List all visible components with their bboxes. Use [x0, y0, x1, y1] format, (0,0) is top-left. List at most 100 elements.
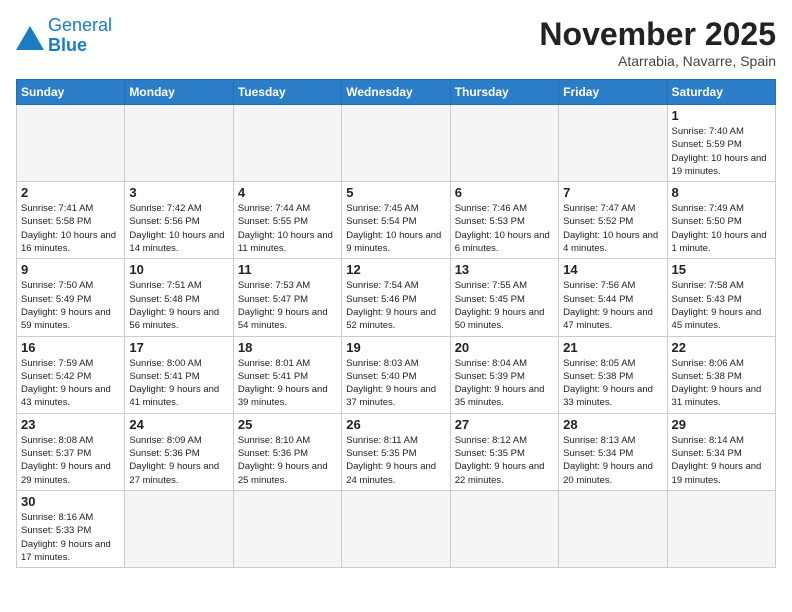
day-info: Sunrise: 8:10 AM Sunset: 5:36 PM Dayligh… — [238, 434, 337, 487]
calendar-day-cell: 22Sunrise: 8:06 AM Sunset: 5:38 PM Dayli… — [667, 336, 775, 413]
day-number: 28 — [563, 417, 662, 432]
calendar-day-cell: 16 Sunrise: 7:59 AM Sunset: 5:42 PM Dayli… — [17, 336, 125, 413]
day-number: 6 — [455, 185, 554, 200]
day-info: Sunrise: 7:45 AM Sunset: 5:54 PM Dayligh… — [346, 202, 445, 255]
calendar-day-cell — [342, 490, 450, 567]
logo: General Blue — [16, 16, 112, 56]
day-info: Sunrise: 7:55 AM Sunset: 5:45 PM Dayligh… — [455, 279, 554, 332]
calendar-day-cell — [233, 105, 341, 182]
calendar-day-cell — [342, 105, 450, 182]
calendar-day-cell: 21 Sunrise: 8:05 AM Sunset: 5:38 PM Dayli… — [559, 336, 667, 413]
day-info: Sunrise: 8:01 AM Sunset: 5:41 PM Dayligh… — [238, 357, 337, 410]
day-number: 23 — [21, 417, 120, 432]
day-number: 27 — [455, 417, 554, 432]
page-header: General Blue November 2025 Atarrabia, Na… — [16, 16, 776, 69]
calendar-day-cell — [450, 105, 558, 182]
day-number: 18 — [238, 340, 337, 355]
calendar-day-cell: 2Sunrise: 7:41 AM Sunset: 5:58 PM Daylig… — [17, 182, 125, 259]
day-number: 25 — [238, 417, 337, 432]
day-number: 29 — [672, 417, 771, 432]
logo-text: General Blue — [48, 16, 112, 56]
day-number: 13 — [455, 262, 554, 277]
calendar-day-cell: 26 Sunrise: 8:11 AM Sunset: 5:35 PM Dayli… — [342, 413, 450, 490]
day-number: 5 — [346, 185, 445, 200]
weekday-header-tuesday: Tuesday — [233, 80, 341, 105]
day-info: Sunrise: 7:42 AM Sunset: 5:56 PM Dayligh… — [129, 202, 228, 255]
day-info: Sunrise: 8:14 AM Sunset: 5:34 PM Dayligh… — [672, 434, 771, 487]
calendar-week-row: 1 Sunrise: 7:40 AM Sunset: 5:59 PM Daylig… — [17, 105, 776, 182]
calendar-day-cell: 25 Sunrise: 8:10 AM Sunset: 5:36 PM Dayli… — [233, 413, 341, 490]
calendar-day-cell — [233, 490, 341, 567]
day-number: 14 — [563, 262, 662, 277]
calendar-day-cell — [559, 105, 667, 182]
logo-blue: Blue — [48, 35, 87, 55]
calendar-day-cell: 27 Sunrise: 8:12 AM Sunset: 5:35 PM Dayli… — [450, 413, 558, 490]
calendar-week-row: 2Sunrise: 7:41 AM Sunset: 5:58 PM Daylig… — [17, 182, 776, 259]
day-info: Sunrise: 7:47 AM Sunset: 5:52 PM Dayligh… — [563, 202, 662, 255]
calendar-day-cell: 6 Sunrise: 7:46 AM Sunset: 5:53 PM Daylig… — [450, 182, 558, 259]
calendar-day-cell: 24Sunrise: 8:09 AM Sunset: 5:36 PM Dayli… — [125, 413, 233, 490]
weekday-header-monday: Monday — [125, 80, 233, 105]
day-info: Sunrise: 7:53 AM Sunset: 5:47 PM Dayligh… — [238, 279, 337, 332]
day-info: Sunrise: 8:11 AM Sunset: 5:35 PM Dayligh… — [346, 434, 445, 487]
day-number: 8 — [672, 185, 771, 200]
day-number: 30 — [21, 494, 120, 509]
calendar-day-cell: 19 Sunrise: 8:03 AM Sunset: 5:40 PM Dayli… — [342, 336, 450, 413]
day-info: Sunrise: 8:00 AM Sunset: 5:41 PM Dayligh… — [129, 357, 228, 410]
calendar-day-cell: 14 Sunrise: 7:56 AM Sunset: 5:44 PM Dayli… — [559, 259, 667, 336]
day-info: Sunrise: 7:56 AM Sunset: 5:44 PM Dayligh… — [563, 279, 662, 332]
day-number: 12 — [346, 262, 445, 277]
calendar-day-cell: 8Sunrise: 7:49 AM Sunset: 5:50 PM Daylig… — [667, 182, 775, 259]
weekday-header-saturday: Saturday — [667, 80, 775, 105]
calendar-week-row: 9 Sunrise: 7:50 AM Sunset: 5:49 PM Daylig… — [17, 259, 776, 336]
weekday-header-friday: Friday — [559, 80, 667, 105]
calendar-day-cell: 17 Sunrise: 8:00 AM Sunset: 5:41 PM Dayli… — [125, 336, 233, 413]
weekday-header-row: SundayMondayTuesdayWednesdayThursdayFrid… — [17, 80, 776, 105]
day-info: Sunrise: 8:12 AM Sunset: 5:35 PM Dayligh… — [455, 434, 554, 487]
calendar-day-cell: 10Sunrise: 7:51 AM Sunset: 5:48 PM Dayli… — [125, 259, 233, 336]
day-number: 10 — [129, 262, 228, 277]
calendar-day-cell: 5 Sunrise: 7:45 AM Sunset: 5:54 PM Daylig… — [342, 182, 450, 259]
calendar-day-cell — [17, 105, 125, 182]
calendar-day-cell — [559, 490, 667, 567]
day-number: 22 — [672, 340, 771, 355]
calendar-day-cell: 13 Sunrise: 7:55 AM Sunset: 5:45 PM Dayli… — [450, 259, 558, 336]
calendar-week-row: 16 Sunrise: 7:59 AM Sunset: 5:42 PM Dayli… — [17, 336, 776, 413]
weekday-header-sunday: Sunday — [17, 80, 125, 105]
logo-general: General — [48, 15, 112, 35]
weekday-header-wednesday: Wednesday — [342, 80, 450, 105]
day-info: Sunrise: 8:08 AM Sunset: 5:37 PM Dayligh… — [21, 434, 120, 487]
day-info: Sunrise: 7:50 AM Sunset: 5:49 PM Dayligh… — [21, 279, 120, 332]
day-info: Sunrise: 7:44 AM Sunset: 5:55 PM Dayligh… — [238, 202, 337, 255]
day-number: 1 — [672, 108, 771, 123]
day-info: Sunrise: 8:16 AM Sunset: 5:33 PM Dayligh… — [21, 511, 120, 564]
location-subtitle: Atarrabia, Navarre, Spain — [539, 53, 776, 69]
calendar-day-cell — [667, 490, 775, 567]
calendar-day-cell: 23 Sunrise: 8:08 AM Sunset: 5:37 PM Dayli… — [17, 413, 125, 490]
day-number: 2 — [21, 185, 120, 200]
calendar-week-row: 30 Sunrise: 8:16 AM Sunset: 5:33 PM Dayli… — [17, 490, 776, 567]
day-number: 15 — [672, 262, 771, 277]
month-title: November 2025 — [539, 16, 776, 53]
calendar-day-cell: 20Sunrise: 8:04 AM Sunset: 5:39 PM Dayli… — [450, 336, 558, 413]
day-number: 19 — [346, 340, 445, 355]
calendar-day-cell — [125, 105, 233, 182]
day-number: 16 — [21, 340, 120, 355]
day-info: Sunrise: 8:03 AM Sunset: 5:40 PM Dayligh… — [346, 357, 445, 410]
day-info: Sunrise: 8:05 AM Sunset: 5:38 PM Dayligh… — [563, 357, 662, 410]
day-number: 24 — [129, 417, 228, 432]
calendar-day-cell — [450, 490, 558, 567]
day-number: 26 — [346, 417, 445, 432]
day-number: 21 — [563, 340, 662, 355]
day-info: Sunrise: 7:59 AM Sunset: 5:42 PM Dayligh… — [21, 357, 120, 410]
day-info: Sunrise: 7:46 AM Sunset: 5:53 PM Dayligh… — [455, 202, 554, 255]
day-number: 17 — [129, 340, 228, 355]
calendar-day-cell: 7Sunrise: 7:47 AM Sunset: 5:52 PM Daylig… — [559, 182, 667, 259]
day-number: 9 — [21, 262, 120, 277]
calendar-day-cell: 15Sunrise: 7:58 AM Sunset: 5:43 PM Dayli… — [667, 259, 775, 336]
day-info: Sunrise: 7:40 AM Sunset: 5:59 PM Dayligh… — [672, 125, 771, 178]
calendar-day-cell: 28 Sunrise: 8:13 AM Sunset: 5:34 PM Dayli… — [559, 413, 667, 490]
logo-icon — [16, 22, 44, 50]
day-info: Sunrise: 8:13 AM Sunset: 5:34 PM Dayligh… — [563, 434, 662, 487]
calendar-day-cell: 11Sunrise: 7:53 AM Sunset: 5:47 PM Dayli… — [233, 259, 341, 336]
